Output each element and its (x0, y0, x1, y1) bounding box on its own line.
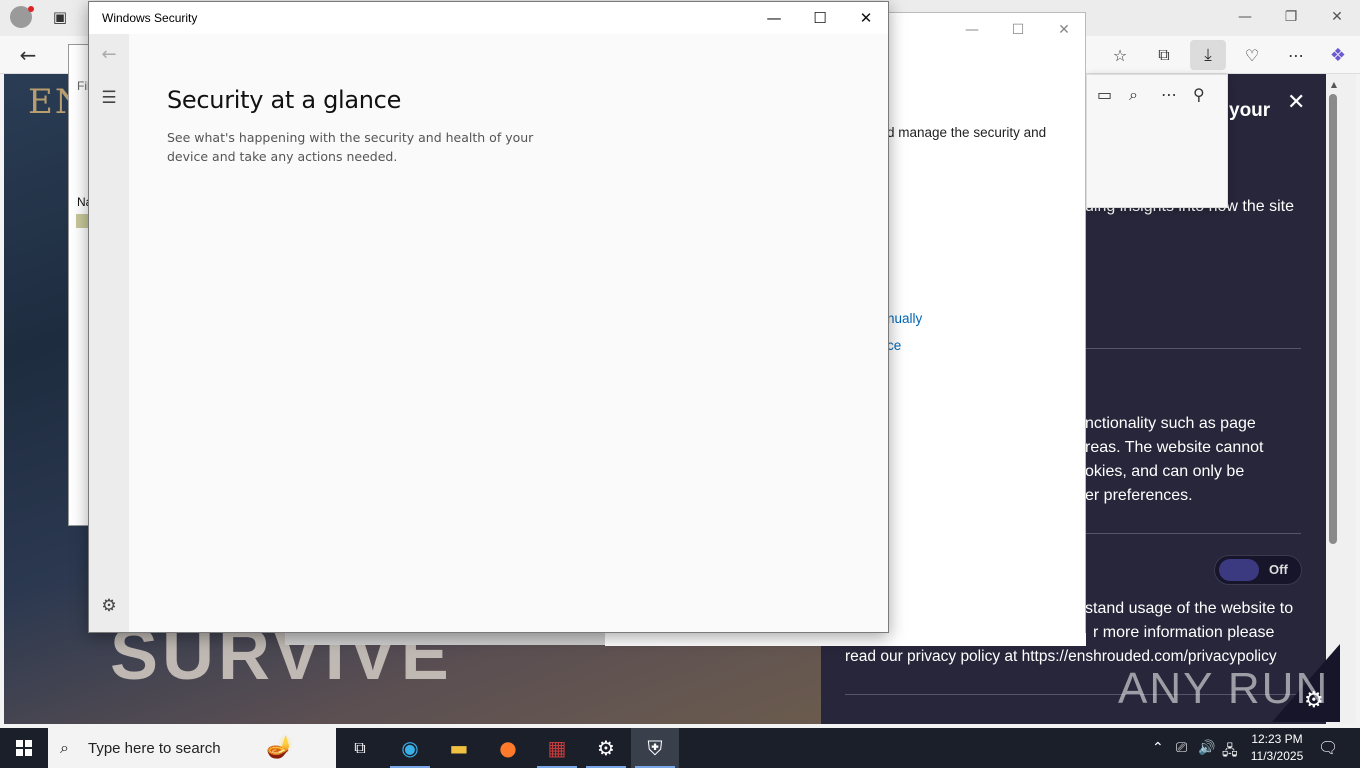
file-explorer-icon[interactable]: ▬ (435, 728, 483, 768)
cookie-panel-heading: your (1229, 100, 1271, 121)
collections-icon[interactable]: ⧉ (1150, 42, 1178, 68)
tray-overflow-chevron-icon[interactable]: ⌃ (1152, 740, 1164, 756)
more-options-icon[interactable]: ⋯ (1161, 85, 1177, 104)
background-window: — ☐ ✕ d manage the security and nually c… (880, 12, 1086, 646)
clock-time: 12:23 PM (1251, 732, 1303, 746)
taskbar: ⌕ Type here to search 🪔 ⧉ ◉ ▬ ● ▦ ⚙ ⛨ ⌃ … (0, 728, 1360, 768)
file-icon (76, 214, 88, 228)
taskbar-search-box[interactable]: ⌕ Type here to search 🪔 (48, 728, 336, 768)
copilot-icon[interactable]: ❖ (1324, 42, 1352, 68)
winrar-icon[interactable]: ▦ (533, 728, 581, 768)
maximize-button[interactable]: ☐ (797, 2, 843, 34)
windows-security-taskbar-icon[interactable]: ⛨ (631, 728, 679, 768)
background-window-bar (285, 633, 605, 645)
volume-icon[interactable]: 🔊 (1198, 740, 1215, 756)
browser-minimize-button[interactable]: — (1222, 0, 1268, 34)
scroll-up-icon[interactable]: ▲ (1326, 78, 1342, 90)
clock-date: 11/3/2025 (1250, 749, 1304, 763)
downloads-flyout: ▭ ⌕ ⋯ ⚲ (1086, 74, 1228, 208)
settings-gear-icon[interactable]: ⚙ (89, 596, 129, 616)
firefox-icon[interactable]: ● (484, 728, 532, 768)
network-icon[interactable]: 🖧 (1222, 740, 1238, 764)
search-downloads-icon[interactable]: ⌕ (1129, 85, 1138, 105)
edge-taskbar-icon[interactable]: ◉ (386, 728, 434, 768)
bg-link-device[interactable]: ce (887, 338, 901, 353)
analytics-cookie-toggle[interactable]: Off (1214, 555, 1302, 585)
toggle-label: Off (1269, 562, 1288, 577)
cookie-para2-line3: okies, and can only be (1085, 463, 1245, 480)
bg-link-manually[interactable]: nually (887, 311, 922, 326)
scrollbar-thumb[interactable] (1329, 94, 1337, 544)
start-button[interactable] (0, 728, 48, 768)
browser-essentials-icon[interactable]: ♡ (1238, 42, 1266, 68)
bg-minimize-button[interactable]: — (949, 13, 995, 47)
windows-logo-icon (16, 740, 32, 756)
close-button[interactable]: ✕ (843, 2, 889, 34)
file-manager-window: Fil Na (68, 44, 92, 526)
toggle-knob (1219, 559, 1259, 581)
hamburger-menu-icon[interactable]: ☰ (89, 88, 129, 108)
browser-close-button[interactable]: ✕ (1314, 0, 1360, 34)
meet-now-icon[interactable]: ⎚ (1176, 740, 1187, 756)
anyrun-watermark: ANY RUN (1118, 664, 1330, 713)
pin-icon[interactable]: ⚲ (1193, 85, 1205, 104)
cookie-para2-line4: er preferences. (1085, 487, 1193, 504)
bg-close-button[interactable]: ✕ (1041, 13, 1087, 47)
bg-description-text: d manage the security and (887, 125, 1047, 140)
profile-notification-dot (28, 6, 34, 12)
search-highlight-icon: 🪔 (266, 734, 294, 759)
settings-taskbar-icon[interactable]: ⚙ (582, 728, 630, 768)
more-menu-icon[interactable]: ⋯ (1282, 42, 1310, 68)
open-folder-icon[interactable]: ▭ (1097, 85, 1112, 104)
task-view-icon[interactable]: ⧉ (336, 728, 384, 768)
notification-center-icon[interactable]: 🗨 (1318, 738, 1338, 757)
search-icon: ⌕ (60, 738, 69, 757)
page-description: See what's happening with the security a… (167, 130, 534, 164)
window-title: Windows Security (102, 11, 198, 25)
cookie-para2-line2: reas. The website cannot (1085, 439, 1264, 456)
cookie-close-icon[interactable]: ✕ (1287, 90, 1305, 115)
minimize-button[interactable]: — (751, 2, 797, 34)
back-arrow-icon[interactable]: ← (89, 44, 129, 65)
cookie-para3-line1: stand usage of the website to (1085, 600, 1294, 617)
windows-security-window: Windows Security — ☐ ✕ ← ☰ ⚙ Security at… (88, 1, 889, 633)
ws-titlebar[interactable]: Windows Security — ☐ ✕ (89, 2, 888, 34)
cookie-para3-line2: r more information please (1093, 624, 1275, 641)
favorites-icon[interactable]: ☆ (1106, 42, 1134, 68)
downloads-icon[interactable]: ⤓ (1190, 40, 1226, 70)
ws-navigation-rail: ← ☰ ⚙ (89, 34, 129, 632)
background-window-edge (605, 633, 1086, 646)
tab-actions-icon[interactable]: ▣ (48, 6, 72, 28)
browser-restore-button[interactable]: ❐ (1268, 0, 1314, 34)
bg-maximize-button[interactable]: ☐ (995, 13, 1041, 47)
cookie-para2-line1: nctionality such as page (1085, 415, 1256, 432)
back-arrow-icon[interactable]: ← (14, 42, 42, 68)
system-clock[interactable]: 12:23 PM 11/3/2025 (1244, 731, 1310, 765)
page-title: Security at a glance (167, 86, 402, 114)
search-placeholder: Type here to search (88, 739, 221, 757)
